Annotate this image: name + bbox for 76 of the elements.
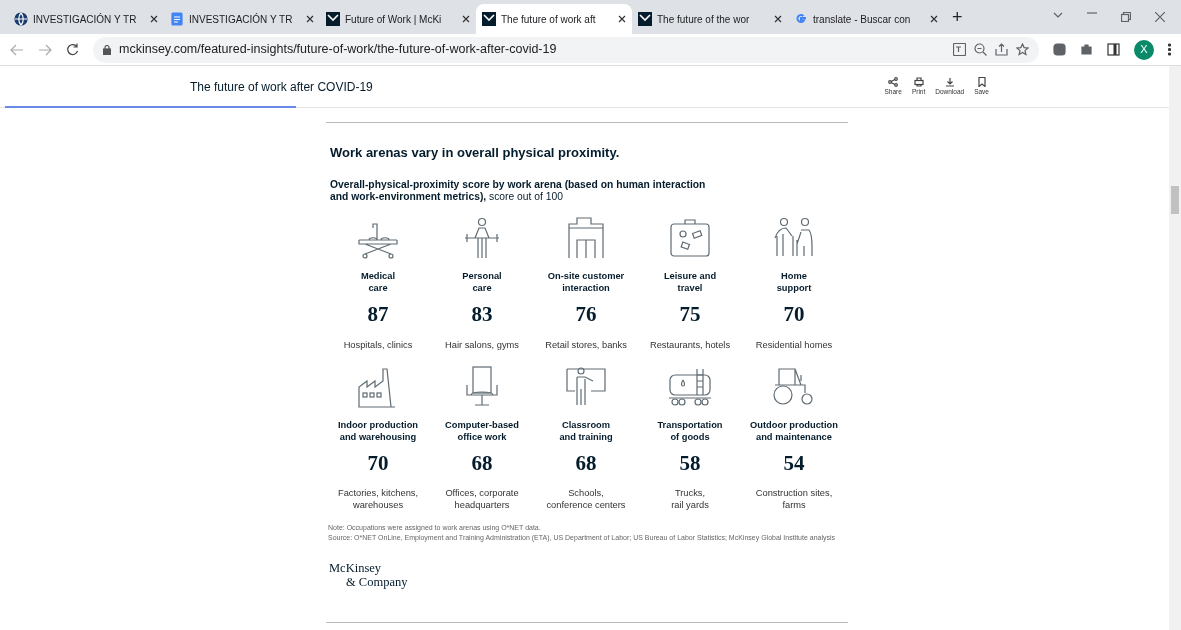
share-icon	[995, 43, 1008, 56]
arena-examples: Schools, conference centers	[545, 487, 627, 512]
arena-score: 87	[367, 301, 389, 329]
m-logo-icon	[638, 12, 652, 26]
arena-name: Computer-based office work	[444, 418, 520, 444]
side-panel-icon	[1107, 43, 1120, 56]
arena-score: 68	[575, 449, 597, 477]
close-icon	[930, 15, 938, 23]
restore-icon	[1121, 12, 1131, 22]
m-logo-icon	[482, 12, 496, 26]
arena-name: Outdoor production and maintenance	[749, 418, 839, 444]
arena-examples: Residential homes	[754, 338, 834, 351]
extension-badge-icon	[1053, 43, 1066, 56]
download-icon	[944, 76, 955, 87]
arena-score: 70	[783, 301, 805, 329]
arena-score: 83	[471, 301, 493, 329]
arena-score: 54	[783, 449, 805, 477]
arena-name: Home support	[775, 270, 813, 296]
arena-score: 70	[367, 449, 389, 477]
browser-tab[interactable]: INVESTIGACIÓN Y TR	[8, 4, 164, 34]
close-icon	[1155, 12, 1165, 22]
browser-tab[interactable]: The future of the wor	[632, 4, 788, 34]
share-icon	[888, 76, 899, 87]
browser-tab[interactable]: translate - Buscar con	[788, 4, 944, 34]
arena-name: Leisure and travel	[662, 270, 718, 296]
arena-score: 68	[471, 449, 493, 477]
company-logo-text: McKinsey	[329, 562, 383, 577]
printer-icon	[913, 76, 924, 87]
arena-examples: Trucks, rail yards	[670, 487, 710, 512]
globe-icon	[14, 12, 28, 26]
close-icon	[150, 15, 158, 23]
scrollbar[interactable]	[1169, 66, 1181, 630]
arena-examples: Hair salons, gyms	[444, 338, 520, 351]
arena-score: 58	[679, 449, 701, 477]
m-logo-icon	[326, 12, 340, 26]
bookmark-icon	[976, 76, 987, 87]
close-icon	[618, 15, 626, 23]
document-icon	[170, 12, 184, 26]
close-icon	[774, 15, 782, 23]
forward-arrow-icon	[38, 43, 52, 56]
arena-name: On-site customer interaction	[546, 270, 626, 296]
browser-tab[interactable]: Future of Work | McKi	[320, 4, 476, 34]
arena-score: 75	[679, 301, 701, 329]
arena-examples: Restaurants, hotels	[648, 338, 732, 351]
arena-examples: Retail stores, banks	[544, 338, 628, 351]
translate-icon	[953, 43, 966, 56]
chevron-down-icon	[1053, 12, 1063, 18]
browser-tab[interactable]: The future of work aft	[476, 4, 632, 34]
close-icon	[306, 15, 314, 23]
arena-name: Personal care	[461, 270, 503, 296]
arena-score: 76	[575, 301, 597, 329]
back-arrow-icon	[10, 43, 24, 56]
arena-name: Medical care	[359, 270, 397, 296]
arena-name: Indoor production and warehousing	[336, 418, 419, 444]
browser-tab[interactable]: INVESTIGACIÓN Y TR	[164, 4, 320, 34]
new-tab-button[interactable]: +	[952, 3, 963, 31]
arena-examples: Hospitals, clinics	[342, 338, 414, 351]
lock-icon	[103, 44, 111, 55]
arena-name: Classroom and training	[558, 418, 614, 444]
reload-icon	[66, 43, 79, 56]
zoom-icon	[974, 43, 987, 56]
arena-name: Transportation of goods	[656, 418, 724, 444]
minimize-icon	[1087, 12, 1097, 14]
article-title: The future of work after COVID-19	[190, 78, 373, 96]
star-icon	[1016, 43, 1029, 56]
close-icon	[462, 15, 470, 23]
arena-examples: Construction sites, farms	[754, 487, 834, 512]
exhibit-title: Work arenas vary in overall physical proximity.	[330, 144, 621, 162]
exhibit-subtitle: Overall-physical-proximity score by work arena (based on human interaction and work-environment metrics), score out of 100	[330, 178, 707, 205]
g-logo-icon	[794, 12, 808, 26]
arena-examples: Factories, kitchens, warehouses	[336, 487, 420, 512]
arena-examples: Offices, corporate headquarters	[444, 487, 520, 512]
address-bar[interactable]: mckinsey.com/featured-insights/future-of-work/the-future-of-work-after-covid-19	[93, 36, 1039, 63]
profile-avatar[interactable]: X	[1134, 39, 1154, 60]
more-icon	[1168, 43, 1171, 56]
company-logo-text: & Company	[346, 576, 409, 590]
